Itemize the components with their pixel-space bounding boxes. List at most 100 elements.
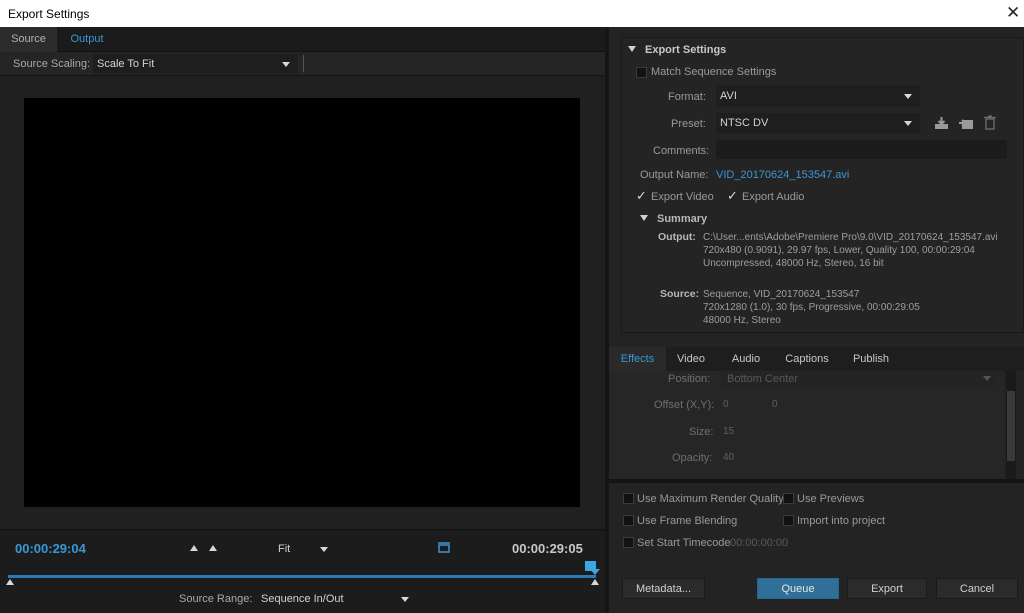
format-dropdown[interactable]: AVI bbox=[716, 86, 920, 106]
metadata-button[interactable]: Metadata... bbox=[622, 578, 705, 599]
import-preset-icon[interactable] bbox=[958, 116, 974, 130]
size-label: Size: bbox=[689, 426, 714, 438]
summary-header: Summary bbox=[657, 213, 708, 225]
collapse-triangle-icon[interactable] bbox=[628, 46, 636, 52]
title-bar: Export Settings ✕ bbox=[0, 0, 1024, 27]
format-value: AVI bbox=[720, 90, 737, 102]
source-range-value: Sequence In/Out bbox=[261, 593, 344, 605]
playhead-pointer bbox=[590, 569, 600, 575]
position-dropdown[interactable]: Bottom Center bbox=[722, 371, 997, 388]
collapse-triangle-icon[interactable] bbox=[640, 215, 648, 221]
use-previews-checkbox[interactable] bbox=[783, 493, 794, 504]
position-value: Bottom Center bbox=[727, 373, 798, 385]
frame-blending-checkbox[interactable] bbox=[623, 515, 634, 526]
match-sequence-checkbox[interactable] bbox=[636, 67, 647, 78]
summary-output-line: C:\User...ents\Adobe\Premiere Pro\9.0\VI… bbox=[703, 232, 998, 243]
offset-x-value[interactable]: 0 bbox=[723, 399, 729, 410]
offset-y-value[interactable]: 0 bbox=[772, 399, 778, 410]
max-render-quality-label: Use Maximum Render Quality bbox=[637, 493, 784, 505]
summary-output-text: C:\User...ents\Adobe\Premiere Pro\9.0\VI… bbox=[703, 231, 1018, 270]
preset-label: Preset: bbox=[671, 118, 706, 130]
position-label: Position: bbox=[668, 373, 711, 385]
out-point-marker[interactable] bbox=[591, 579, 599, 585]
tab-output[interactable]: Output bbox=[57, 27, 117, 52]
summary-output-line: 720x480 (0.9091), 29.97 fps, Lower, Qual… bbox=[703, 245, 975, 256]
zoom-dropdown[interactable]: Fit bbox=[274, 539, 336, 559]
timecode-duration: 00:00:29:05 bbox=[512, 541, 583, 556]
preview-panel: Source Output Source Scaling: Scale To F… bbox=[0, 27, 605, 613]
chevron-down-icon bbox=[401, 597, 409, 602]
export-settings-header: Export Settings bbox=[645, 44, 727, 56]
use-previews-label: Use Previews bbox=[797, 493, 865, 505]
comments-input[interactable] bbox=[716, 140, 1007, 159]
chevron-down-icon bbox=[904, 94, 912, 99]
start-timecode-value[interactable]: 00:00:00:00 bbox=[730, 537, 788, 549]
effects-scrollbar[interactable] bbox=[1006, 371, 1016, 479]
trash-icon[interactable] bbox=[984, 115, 996, 130]
set-in-point-icon[interactable] bbox=[190, 545, 198, 551]
offset-label: Offset (X,Y): bbox=[654, 399, 715, 411]
tab-source[interactable]: Source bbox=[0, 27, 57, 52]
queue-button[interactable]: Queue bbox=[757, 578, 839, 599]
comments-label: Comments: bbox=[653, 145, 710, 157]
output-name-link[interactable]: VID_20170624_153547.avi bbox=[716, 169, 849, 181]
format-label: Format: bbox=[668, 91, 706, 103]
scrollbar-thumb[interactable] bbox=[1007, 391, 1015, 461]
summary-source-line: 720x1280 (1.0), 30 fps, Progressive, 00:… bbox=[703, 302, 920, 313]
effects-content: Position: Bottom Center Offset (X,Y): 0 … bbox=[609, 371, 1004, 481]
chevron-down-icon bbox=[282, 62, 290, 67]
source-range-dropdown[interactable]: Sequence In/Out bbox=[257, 589, 417, 609]
source-scaling-value: Scale To Fit bbox=[97, 58, 155, 70]
source-scaling-dropdown[interactable]: Scale To Fit bbox=[93, 54, 298, 74]
timeline-scrubber[interactable] bbox=[8, 575, 596, 578]
in-point-marker[interactable] bbox=[6, 579, 14, 585]
chevron-down-icon bbox=[320, 547, 328, 552]
tab-audio[interactable]: Audio bbox=[719, 347, 773, 371]
source-scaling-row: Source Scaling: Scale To Fit bbox=[0, 52, 605, 76]
summary-output-line: Uncompressed, 48000 Hz, Stereo, 16 bit bbox=[703, 258, 884, 269]
video-preview bbox=[24, 98, 580, 507]
timeline-controls: 00:00:29:04 Fit 00:00:29:05 Source Range… bbox=[0, 529, 605, 613]
tab-video[interactable]: Video bbox=[666, 347, 716, 371]
aspect-ratio-icon[interactable] bbox=[437, 542, 451, 554]
export-settings-section: Export Settings Match Sequence Settings … bbox=[621, 37, 1024, 333]
chevron-down-icon bbox=[983, 376, 991, 381]
set-out-point-icon[interactable] bbox=[209, 545, 217, 551]
zoom-value: Fit bbox=[278, 543, 291, 555]
frame-blending-label: Use Frame Blending bbox=[637, 515, 738, 527]
settings-panel: Export Settings Match Sequence Settings … bbox=[609, 27, 1024, 613]
max-render-quality-checkbox[interactable] bbox=[623, 493, 634, 504]
source-scaling-label: Source Scaling: bbox=[13, 58, 91, 70]
tab-effects[interactable]: Effects bbox=[609, 347, 666, 371]
effects-tab-bar: Effects Video Audio Captions Publish bbox=[609, 347, 1024, 371]
preview-tab-bar: Source Output bbox=[0, 27, 605, 52]
divider bbox=[609, 479, 1024, 483]
cancel-button[interactable]: Cancel bbox=[936, 578, 1018, 599]
size-value[interactable]: 15 bbox=[723, 426, 734, 437]
source-range-label: Source Range: bbox=[179, 593, 253, 605]
summary-source-line: Sequence, VID_20170624_153547 bbox=[703, 289, 860, 300]
export-audio-label: Export Audio bbox=[742, 191, 805, 203]
opacity-value[interactable]: 40 bbox=[723, 452, 734, 463]
timecode-current[interactable]: 00:00:29:04 bbox=[15, 541, 86, 556]
import-into-project-label: Import into project bbox=[797, 515, 886, 527]
export-video-checkbox[interactable]: ✓ bbox=[636, 188, 647, 204]
summary-output-label: Output: bbox=[658, 231, 696, 243]
import-into-project-checkbox[interactable] bbox=[783, 515, 794, 526]
preset-dropdown[interactable]: NTSC DV bbox=[716, 113, 920, 133]
tab-publish[interactable]: Publish bbox=[841, 347, 901, 371]
export-button[interactable]: Export bbox=[847, 578, 927, 599]
summary-source-text: Sequence, VID_20170624_153547 720x1280 (… bbox=[703, 288, 1018, 327]
chevron-down-icon bbox=[904, 121, 912, 126]
start-timecode-label: Set Start Timecode bbox=[637, 537, 731, 549]
export-audio-checkbox[interactable]: ✓ bbox=[727, 188, 738, 204]
start-timecode-checkbox[interactable] bbox=[623, 537, 634, 548]
preset-value: NTSC DV bbox=[720, 117, 769, 129]
tab-captions[interactable]: Captions bbox=[776, 347, 838, 371]
save-preset-icon[interactable] bbox=[934, 116, 949, 130]
preview-area bbox=[0, 77, 605, 527]
divider bbox=[303, 55, 304, 72]
export-video-label: Export Video bbox=[651, 191, 714, 203]
close-icon[interactable]: ✕ bbox=[1006, 3, 1020, 23]
match-sequence-label: Match Sequence Settings bbox=[651, 66, 777, 78]
